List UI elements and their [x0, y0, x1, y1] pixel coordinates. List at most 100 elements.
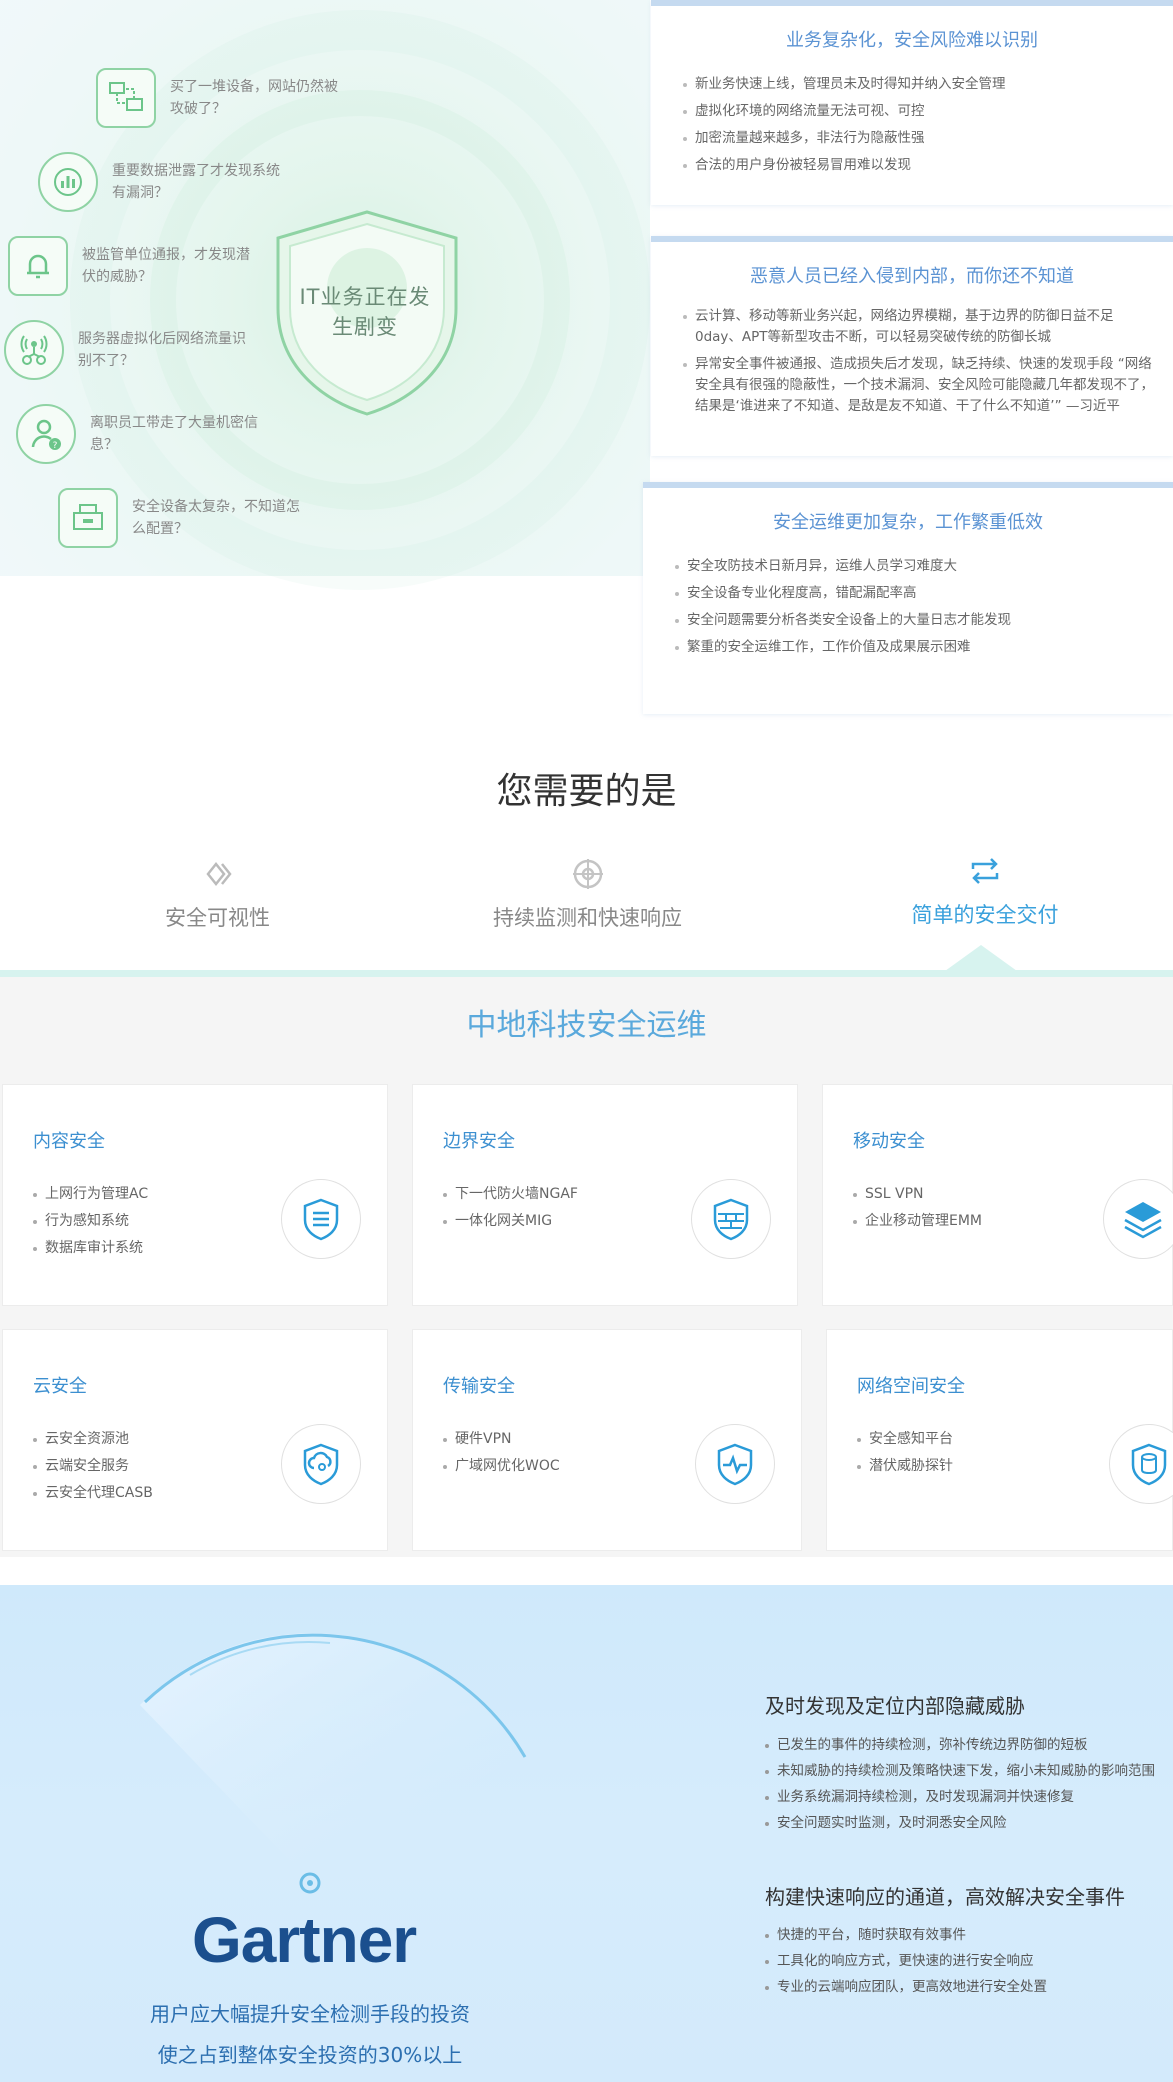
tab-delivery[interactable]: 简单的安全交付 — [900, 855, 1070, 929]
tab-label: 持续监测和快速响应 — [493, 906, 682, 930]
benefit-item: 工具化的响应方式，更快速的进行安全响应 — [765, 1948, 1047, 1974]
page: { "problems": { "left_items": [ {"text":… — [0, 0, 1173, 2082]
card-title: 恶意人员已经入侵到内部，而你还不知道 — [750, 266, 1074, 287]
card-bullet: 安全攻防技术日新月异，运维人员学习难度大 — [675, 556, 1173, 577]
gartner-quote-line: 用户应大幅提升安全检测手段的投资 — [150, 2002, 470, 2026]
service-item[interactable]: 行为感知系统 — [33, 1208, 148, 1235]
service-item[interactable]: 数据库审计系统 — [33, 1235, 148, 1262]
card-bullet: 繁重的安全运维工作，工作价值及成果展示困难 — [675, 637, 1173, 658]
problem-item: 买了一堆设备，网站仍然被攻破了？ — [96, 68, 340, 128]
card-bullet: 新业务快速上线，管理员未及时得知并纳入安全管理 — [683, 74, 1173, 95]
chevron-diamond-icon — [205, 861, 232, 887]
card-title: 安全运维更加复杂，工作繁重低效 — [773, 512, 1043, 533]
mobile-layers-icon — [1103, 1179, 1173, 1259]
card-bullet: 合法的用户身份被轻易冒用难以发现 — [683, 155, 1173, 176]
service-item[interactable]: 企业移动管理EMM — [853, 1208, 982, 1235]
problem-item: ? 离职员工带走了大量机密信息？ — [16, 404, 260, 464]
benefit-list: 快捷的平台，随时获取有效事件 工具化的响应方式，更快速的进行安全响应 专业的云端… — [765, 1922, 1047, 2000]
virtual-network-icon — [4, 320, 64, 380]
service-card[interactable]: 传输安全 硬件VPN 广域网优化WOC — [412, 1329, 802, 1551]
pulse-shield-icon — [695, 1424, 775, 1504]
service-list: 上网行为管理AC 行为感知系统 数据库审计系统 — [33, 1181, 148, 1262]
service-title: 网络空间安全 — [857, 1376, 965, 1397]
benefit-item: 已发生的事件的持续检测，弥补传统边界防御的短板 — [765, 1732, 1155, 1758]
service-list: SSL VPN 企业移动管理EMM — [853, 1181, 982, 1235]
service-list: 硬件VPN 广域网优化WOC — [443, 1426, 560, 1480]
service-item[interactable]: 下一代防火墙NGAF — [443, 1181, 578, 1208]
data-chart-icon — [38, 152, 98, 212]
benefit-heading: 及时发现及定位内部隐藏威胁 — [765, 1694, 1025, 1718]
card-bullet: 安全问题需要分析各类安全设备上的大量日志才能发现 — [675, 610, 1173, 631]
problem-card: 恶意人员已经入侵到内部，而你还不知道 云计算、移动等新业务兴起，网络边界模糊，基… — [651, 236, 1173, 456]
service-card[interactable]: 云安全 云安全资源池 云端安全服务 云安全代理CASB — [2, 1329, 388, 1551]
service-card[interactable]: 网络空间安全 安全感知平台 潜伏威胁探针 — [826, 1329, 1173, 1551]
benefit-heading: 构建快速响应的通道，高效解决安全事件 — [765, 1885, 1125, 1909]
shield-label: IT业务正在发生剧变 — [299, 285, 431, 339]
problem-text: 买了一堆设备，网站仍然被攻破了？ — [170, 79, 338, 117]
benefit-item: 业务系统漏洞持续检测，及时发现漏洞并快速修复 — [765, 1784, 1155, 1810]
gartner-logo: Gartner — [192, 1904, 417, 1976]
service-item[interactable]: 硬件VPN — [443, 1426, 560, 1453]
card-bullets: 新业务快速上线，管理员未及时得知并纳入安全管理 虚拟化环境的网络流量无法可视、可… — [683, 74, 1173, 176]
tab-monitoring[interactable]: 持续监测和快速响应 — [480, 858, 695, 932]
service-title: 移动安全 — [853, 1131, 925, 1152]
service-title: 云安全 — [33, 1376, 87, 1397]
document-shield-icon — [281, 1179, 361, 1259]
service-item[interactable]: 云安全代理CASB — [33, 1480, 153, 1507]
service-card[interactable]: 移动安全 SSL VPN 企业移动管理EMM — [822, 1084, 1173, 1306]
section-title: 您需要的是 — [496, 771, 677, 812]
benefit-item: 快捷的平台，随时获取有效事件 — [765, 1922, 1047, 1948]
service-item[interactable]: 云安全资源池 — [33, 1426, 153, 1453]
tab-visibility[interactable]: 安全可视性 — [150, 858, 285, 932]
problem-item: 重要数据泄露了才发现系统有漏洞？ — [38, 152, 282, 212]
service-item[interactable]: 云端安全服务 — [33, 1453, 153, 1480]
user-question-icon: ? — [16, 404, 76, 464]
service-card[interactable]: 边界安全 下一代防火墙NGAF 一体化网关MIG — [412, 1084, 798, 1306]
service-title: 内容安全 — [33, 1131, 105, 1152]
service-item[interactable]: 一体化网关MIG — [443, 1208, 578, 1235]
benefit-item: 安全问题实时监测，及时洞悉安全风险 — [765, 1810, 1155, 1836]
service-card[interactable]: 内容安全 上网行为管理AC 行为感知系统 数据库审计系统 — [2, 1084, 388, 1306]
problem-item: 安全设备太复杂，不知道怎么配置？ — [58, 488, 302, 548]
service-item[interactable]: 潜伏威胁探针 — [857, 1453, 953, 1480]
service-title: 边界安全 — [443, 1131, 515, 1152]
problem-text: 被监管单位通报，才发现潜伏的威胁？ — [82, 247, 250, 285]
tab-label: 简单的安全交付 — [911, 903, 1059, 927]
network-monitor-icon — [96, 68, 156, 128]
card-bullet: 安全设备专业化程度高，错配漏配率高 — [675, 583, 1173, 604]
firewall-brick-icon — [691, 1179, 771, 1259]
service-list: 云安全资源池 云端安全服务 云安全代理CASB — [33, 1426, 153, 1507]
problem-text: 安全设备太复杂，不知道怎么配置？ — [132, 499, 300, 537]
tab-label: 安全可视性 — [165, 906, 270, 930]
card-bullet: 云计算、移动等新业务兴起，网络边界模糊，基于边界的防御日益不足0day、APT等… — [683, 306, 1173, 348]
problem-text: 服务器虚拟化后网络流量识别不了？ — [78, 331, 246, 369]
device-printer-icon — [58, 488, 118, 548]
svg-text:?: ? — [53, 441, 58, 451]
service-item[interactable]: 上网行为管理AC — [33, 1181, 148, 1208]
problem-text: 重要数据泄露了才发现系统有漏洞？ — [112, 163, 280, 201]
benefit-list: 已发生的事件的持续检测，弥补传统边界防御的短板 未知威胁的持续检测及策略快速下发… — [765, 1732, 1155, 1836]
card-bullets: 安全攻防技术日新月异，运维人员学习难度大 安全设备专业化程度高，错配漏配率高 安… — [675, 556, 1173, 658]
problem-card: 安全运维更加复杂，工作繁重低效 安全攻防技术日新月异，运维人员学习难度大 安全设… — [643, 482, 1173, 714]
card-bullet: 异常安全事件被通报、造成损失后才发现，缺乏持续、快速的发现手段 “网络安全具有很… — [683, 354, 1173, 417]
benefit-item: 专业的云端响应团队，更高效地进行安全处置 — [765, 1974, 1047, 2000]
gartner-quote-line: 使之占到整体安全投资的30%以上 — [157, 2043, 463, 2067]
card-title: 业务复杂化，安全风险难以识别 — [786, 30, 1038, 51]
card-bullet: 虚拟化环境的网络流量无法可视、可控 — [683, 101, 1173, 122]
service-item[interactable]: 安全感知平台 — [857, 1426, 953, 1453]
problem-text: 离职员工带走了大量机密信息？ — [90, 415, 258, 453]
ops-title: 中地科技安全运维 — [466, 1008, 707, 1043]
problem-item: 服务器虚拟化后网络流量识别不了？ — [4, 320, 248, 380]
service-item[interactable]: SSL VPN — [853, 1181, 982, 1208]
card-bullets: 云计算、移动等新业务兴起，网络边界模糊，基于边界的防御日益不足0day、APT等… — [683, 306, 1173, 417]
service-item[interactable]: 广域网优化WOC — [443, 1453, 560, 1480]
benefit-item: 未知威胁的持续检测及策略快速下发，缩小未知威胁的影响范围 — [765, 1758, 1155, 1784]
database-shield-icon — [1109, 1424, 1173, 1504]
active-tab-indicator — [945, 945, 1017, 971]
tab-bar — [0, 970, 1173, 977]
service-list: 下一代防火墙NGAF 一体化网关MIG — [443, 1181, 578, 1235]
card-bullet: 加密流量越来越多，非法行为隐蔽性强 — [683, 128, 1173, 149]
cloud-shield-icon — [281, 1424, 361, 1504]
refresh-arrows-icon — [971, 858, 999, 884]
problem-item: 被监管单位通报，才发现潜伏的威胁？ — [8, 236, 252, 296]
